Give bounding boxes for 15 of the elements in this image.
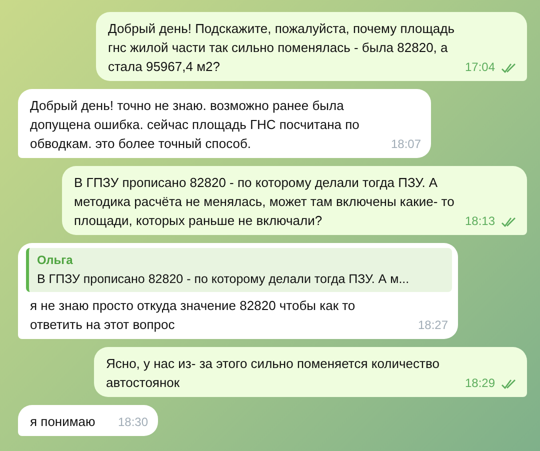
- message-time: 18:29: [464, 375, 495, 392]
- message-text: я не знаю просто откуда значение 82820 чтобы как то ответить на этот вопрос: [30, 297, 356, 334]
- message-text: я понимаю: [30, 413, 96, 431]
- message-time: 17:04: [464, 59, 495, 76]
- reply-text: В ГПЗУ прописано 82820 - по которому делали тогда ПЗУ. А м...: [37, 271, 410, 288]
- message-time: 18:27: [418, 317, 448, 334]
- reply-author: Ольга: [37, 252, 74, 269]
- message-text: Добрый день! точно не знаю. возможно ранее была допущена ошибка. сейчас площадь ГНС посчитана по обводкам. это более точный способ.: [30, 97, 360, 153]
- message-text: В ГПЗУ прописано 82820 - по которому делали тогда ПЗУ. А методика расчёта не менялась, может там включены какие- то площади, которых раньше не включали?: [74, 174, 456, 230]
- message-text: Ясно, у нас из- за этого сильно поменяется количество автостоянок: [106, 355, 440, 392]
- message-time: 18:07: [390, 136, 421, 153]
- message-time: 18:30: [118, 414, 148, 431]
- reply-quote[interactable]: Ольга В ГПЗУ прописано 82820 - по которому делали тогда ПЗУ. А м...: [26, 248, 452, 292]
- message-text: Добрый день! Подскажите, пожалуйста, почему площадь гнс жилой части так сильно поменялась - была 82820, а стала 95967,4 м2?: [108, 20, 456, 76]
- message-time: 18:13: [464, 213, 495, 230]
